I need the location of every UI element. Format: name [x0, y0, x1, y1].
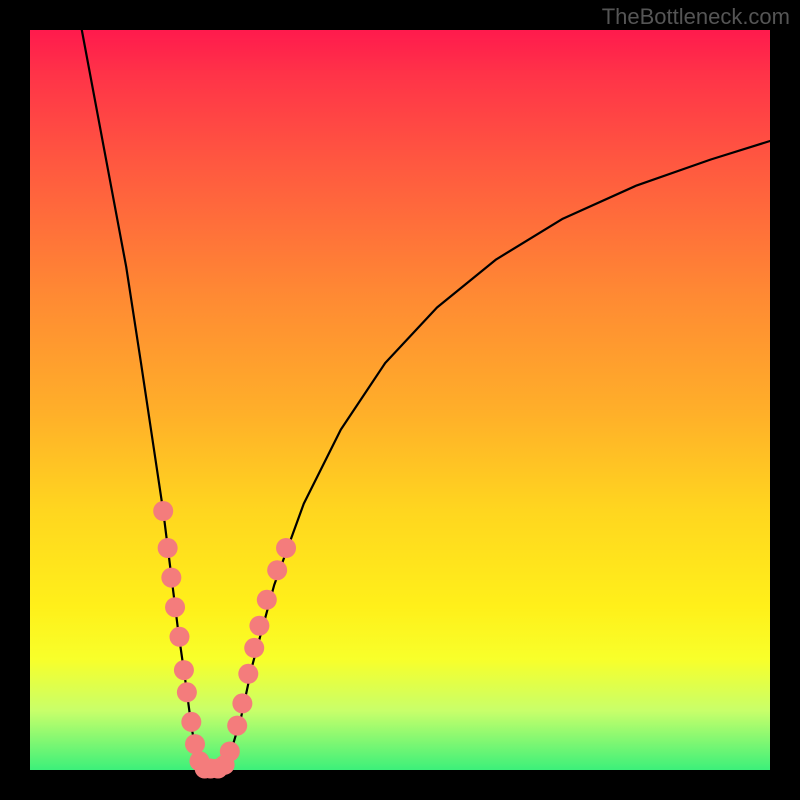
chart-svg	[30, 30, 770, 770]
marker-point	[238, 664, 258, 684]
marker-point	[158, 538, 178, 558]
curve-line	[82, 30, 770, 770]
plot-area	[30, 30, 770, 770]
marker-point	[177, 682, 197, 702]
marker-point	[165, 597, 185, 617]
marker-point	[220, 742, 240, 762]
chart-frame: TheBottleneck.com	[0, 0, 800, 800]
marker-point	[257, 590, 277, 610]
marker-group	[153, 501, 296, 779]
marker-point	[174, 660, 194, 680]
marker-point	[185, 734, 205, 754]
marker-point	[169, 627, 189, 647]
marker-point	[227, 716, 247, 736]
marker-point	[181, 712, 201, 732]
marker-point	[244, 638, 264, 658]
marker-point	[232, 693, 252, 713]
marker-point	[161, 568, 181, 588]
marker-point	[276, 538, 296, 558]
marker-point	[267, 560, 287, 580]
watermark-text: TheBottleneck.com	[602, 4, 790, 30]
marker-point	[153, 501, 173, 521]
marker-point	[249, 616, 269, 636]
